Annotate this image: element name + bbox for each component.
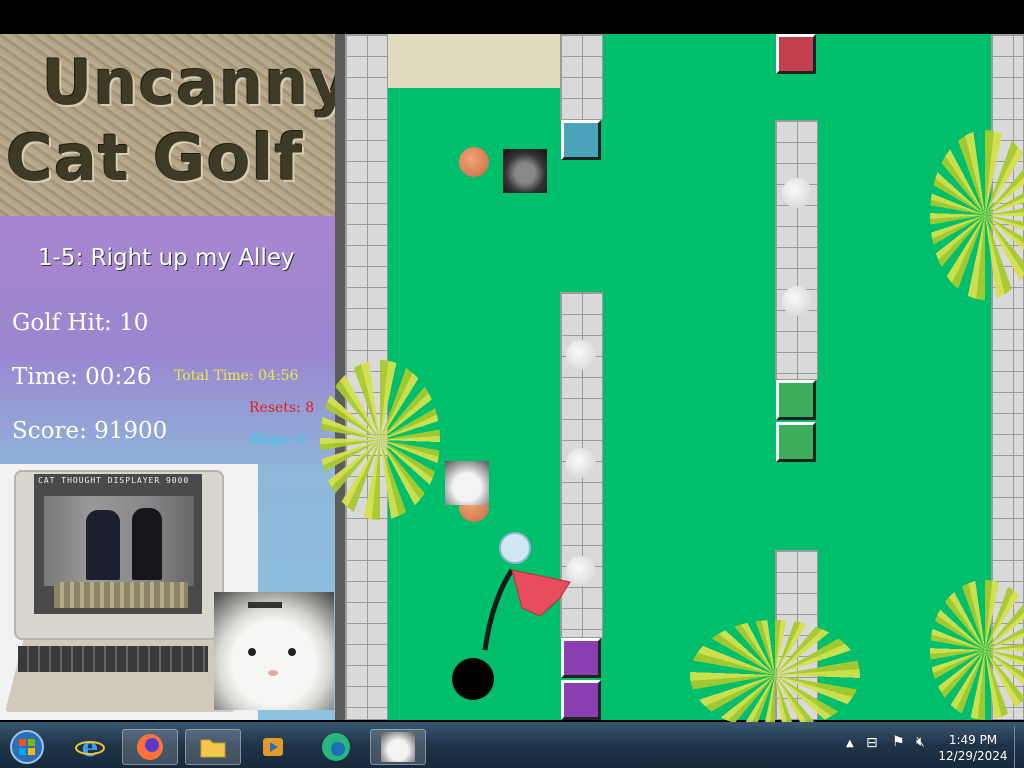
edge-icon bbox=[322, 733, 350, 761]
game-title-banner: Uncanny Cat Golf bbox=[0, 34, 350, 216]
golf-ball[interactable] bbox=[500, 533, 530, 563]
keyboard-keys bbox=[18, 646, 208, 672]
resets-counter: Resets: 8 bbox=[249, 400, 315, 416]
money-pile bbox=[54, 582, 188, 608]
golf-hit-counter: Golf Hit: 10 bbox=[12, 310, 149, 336]
folder-icon bbox=[200, 739, 226, 758]
cat-game-icon bbox=[381, 732, 415, 762]
action-center-flag-icon[interactable]: ⚑ bbox=[892, 734, 905, 750]
wall-column-right bbox=[775, 120, 818, 380]
green-block bbox=[776, 380, 816, 420]
bumper-peg bbox=[782, 178, 812, 208]
system-clock[interactable]: 1:49 PM 12/29/2024 bbox=[936, 732, 1010, 764]
taskbar-edge[interactable] bbox=[308, 729, 364, 765]
level-name: 1-5: Right up my Alley bbox=[38, 245, 295, 271]
firefox-icon bbox=[137, 734, 163, 760]
cat-brow bbox=[248, 602, 282, 608]
skips-counter: Skips: 0 bbox=[249, 432, 306, 448]
palm-tree-decoration bbox=[320, 360, 440, 520]
title-line-1: Uncanny bbox=[42, 46, 351, 119]
person-figure-right bbox=[132, 508, 162, 580]
bumper-peg bbox=[566, 340, 596, 370]
title-line-2: Cat Golf bbox=[6, 122, 304, 196]
ie-icon: e bbox=[75, 733, 105, 762]
golf-hole bbox=[452, 658, 494, 700]
show-hidden-icons-button[interactable]: ▲ bbox=[846, 738, 854, 749]
clock-time: 1:49 PM bbox=[948, 733, 998, 747]
cat-eye-right bbox=[288, 648, 296, 656]
bumper-peg bbox=[782, 286, 812, 316]
cat-eye-left bbox=[248, 648, 256, 656]
level-time: Time: 00:26 bbox=[12, 364, 152, 390]
monitor-screen: CAT THOUGHT DISPLAYER 9000 bbox=[34, 474, 202, 614]
show-desktop-button[interactable] bbox=[1014, 726, 1024, 768]
media-player-icon bbox=[263, 738, 283, 756]
wall-column-top bbox=[560, 34, 603, 120]
sand-trap bbox=[388, 34, 560, 88]
score: Score: 91900 bbox=[12, 418, 168, 444]
taskbar-uncanny-cat-golf[interactable] bbox=[370, 729, 426, 765]
cat-enemy bbox=[503, 149, 547, 193]
person-figure-left bbox=[86, 510, 120, 580]
taskbar-media-player[interactable] bbox=[245, 729, 301, 765]
taskbar-file-explorer[interactable] bbox=[185, 729, 241, 765]
taskbar-internet-explorer[interactable]: e bbox=[62, 729, 118, 765]
red-block bbox=[776, 34, 816, 74]
start-button[interactable] bbox=[2, 729, 52, 765]
clock-date: 12/29/2024 bbox=[938, 749, 1008, 763]
taskbar-firefox[interactable] bbox=[122, 729, 178, 765]
green-block bbox=[776, 422, 816, 462]
svg-text:e: e bbox=[82, 733, 99, 762]
coin-pickup bbox=[459, 147, 489, 177]
speaker-muted-icon[interactable]: 🔇︎ bbox=[916, 734, 925, 750]
network-icon[interactable]: ⊟ bbox=[866, 735, 878, 751]
cat-face-photo bbox=[214, 592, 334, 710]
golf-course-field[interactable] bbox=[335, 34, 1024, 720]
cat-enemy bbox=[445, 461, 489, 505]
palm-tree-decoration bbox=[690, 620, 860, 730]
windows-orb-icon bbox=[10, 730, 44, 764]
total-time: Total Time: 04:56 bbox=[174, 368, 299, 384]
cat-nose bbox=[268, 670, 278, 676]
display-caption: CAT THOUGHT DISPLAYER 9000 bbox=[38, 476, 190, 485]
bumper-peg bbox=[566, 448, 596, 478]
blue-block bbox=[561, 120, 601, 160]
